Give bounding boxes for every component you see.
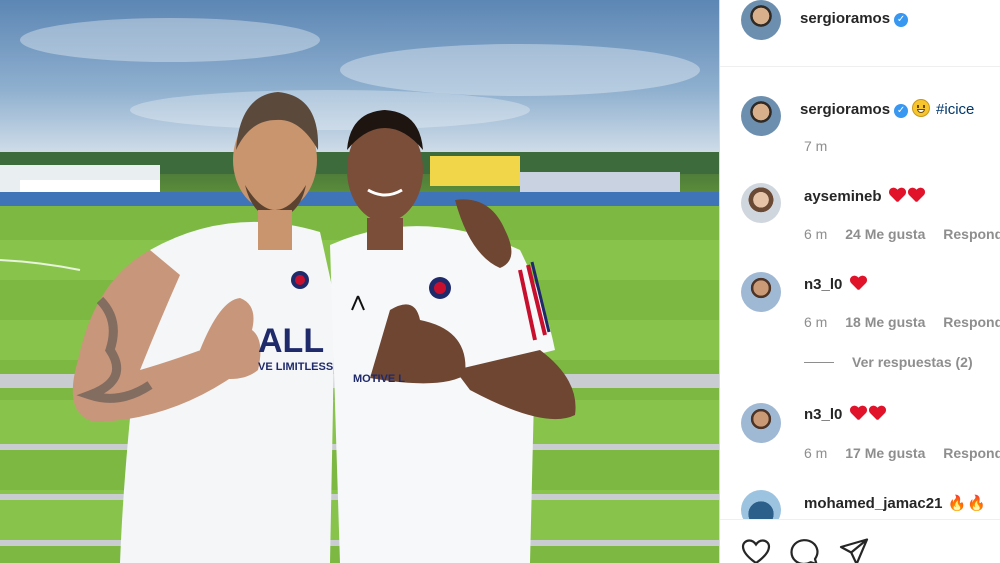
view-replies-button[interactable]: Ver respuestas (2): [804, 354, 973, 370]
comment-age: 6 m: [804, 314, 828, 330]
fire-emoji-icon: 🔥: [947, 495, 967, 512]
caption-username[interactable]: sergioramos: [800, 101, 890, 118]
comment-row: aysemineb: [804, 188, 924, 205]
post-photo[interactable]: ALL VE LIMITLESS MOTIVE L: [0, 0, 719, 563]
post-photo-illustration: ALL VE LIMITLESS MOTIVE L: [0, 18, 719, 563]
jersey-tagline-right: MOTIVE L: [353, 373, 405, 385]
comment-age: 6 m: [804, 226, 828, 242]
caption-age: 7 m: [804, 138, 828, 154]
heart-outline-icon[interactable]: [740, 536, 772, 563]
red-heart-emoji-icon: [869, 406, 885, 421]
jersey-tagline-left: VE LIMITLESS: [258, 361, 333, 373]
comment-meta: 6 m 24 Me gusta Responder: [804, 226, 1000, 242]
comment-meta: 6 m 17 Me gusta Responder: [804, 445, 1000, 461]
comment-reply-button[interactable]: Responder: [943, 226, 1000, 242]
comment-username[interactable]: n3_l0: [804, 406, 842, 423]
comment-row: mohamed_jamac21 🔥🔥: [804, 494, 986, 512]
red-heart-emoji-icon: [850, 276, 866, 291]
verified-badge-icon: ✓: [894, 13, 909, 27]
post-action-bar: [720, 519, 1000, 563]
comment-likes[interactable]: 24 Me gusta: [845, 226, 925, 242]
comment-likes[interactable]: 17 Me gusta: [845, 445, 925, 461]
red-heart-emoji-icon: [889, 188, 905, 203]
post-sidebar: sergioramos ✓ sergioramos ✓ #icice 7 m ayse…: [720, 0, 1000, 563]
caption-meta: 7 m: [804, 138, 841, 154]
comment-age: 6 m: [804, 445, 828, 461]
comment-row: n3_l0: [804, 276, 866, 293]
comment-avatar[interactable]: [741, 272, 781, 312]
post-header: sergioramos ✓: [720, 0, 1000, 67]
share-paper-plane-icon[interactable]: [838, 536, 870, 563]
comment-avatar[interactable]: [741, 183, 781, 223]
red-heart-emoji-icon: [908, 188, 924, 203]
comment-reply-button[interactable]: Responder: [943, 314, 1000, 330]
caption-avatar[interactable]: [741, 96, 781, 136]
author-username-row: sergioramos ✓: [800, 10, 909, 27]
comment-bubble-icon[interactable]: [788, 536, 820, 563]
red-heart-emoji-icon: [850, 406, 866, 421]
comment-avatar[interactable]: [741, 403, 781, 443]
author-avatar[interactable]: [741, 0, 781, 40]
grinning-emoji-icon: [912, 99, 931, 117]
verified-badge-icon: ✓: [894, 104, 909, 118]
comment-likes[interactable]: 18 Me gusta: [845, 314, 925, 330]
comment-username[interactable]: n3_l0: [804, 276, 842, 293]
view-replies-line: [804, 362, 834, 363]
author-username[interactable]: sergioramos: [800, 10, 890, 27]
comment-reply-button[interactable]: Responder: [943, 445, 1000, 461]
fire-emoji-icon: 🔥: [967, 495, 986, 512]
comment-username[interactable]: mohamed_jamac21: [804, 495, 942, 512]
comment-meta: 6 m 18 Me gusta Responder: [804, 314, 1000, 330]
jersey-text-left: ALL: [258, 322, 324, 360]
caption-row: sergioramos ✓ #icice: [800, 99, 974, 118]
comment-row: n3_l0: [804, 406, 885, 423]
comment-username[interactable]: aysemineb: [804, 188, 882, 205]
caption-hashtag[interactable]: #icice: [936, 101, 974, 118]
view-replies-label: Ver respuestas (2): [852, 354, 973, 370]
